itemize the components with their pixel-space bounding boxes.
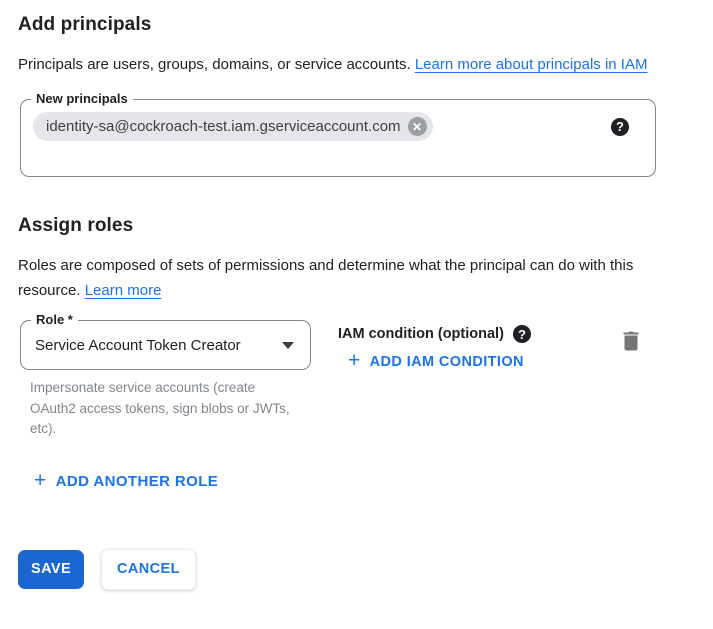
learn-more-roles-link[interactable]: Learn more <box>85 282 162 299</box>
role-row: Role * Service Account Token Creator Imp… <box>18 320 657 440</box>
role-helper-text: Impersonate service accounts (create OAu… <box>30 378 302 440</box>
new-principals-field-row: identity-sa@cockroach-test.iam.gservicea… <box>33 112 643 141</box>
new-principals-help-icon[interactable]: ? <box>611 118 629 136</box>
assign-roles-title: Assign roles <box>18 215 713 237</box>
iam-condition-label: IAM condition (optional) <box>338 326 504 342</box>
principal-chip[interactable]: identity-sa@cockroach-test.iam.gservicea… <box>33 112 433 141</box>
add-another-role-button[interactable]: + ADD ANOTHER ROLE <box>34 473 218 491</box>
plus-icon: + <box>34 472 47 490</box>
cancel-button[interactable]: CANCEL <box>101 549 196 590</box>
role-select[interactable]: Role * Service Account Token Creator <box>20 320 311 370</box>
principals-description-text: Principals are users, groups, domains, o… <box>18 56 415 73</box>
add-iam-condition-label: ADD IAM CONDITION <box>370 354 524 370</box>
page-title: Add principals <box>18 14 713 36</box>
roles-description: Roles are composed of sets of permission… <box>18 253 635 303</box>
add-another-role-label: ADD ANOTHER ROLE <box>56 473 219 490</box>
iam-condition-help-icon[interactable]: ? <box>513 325 531 343</box>
add-principals-panel: Add principals Principals are users, gro… <box>0 0 713 590</box>
chevron-down-icon <box>282 342 294 349</box>
iam-condition-label-row: IAM condition (optional) ? <box>338 325 531 343</box>
principals-description: Principals are users, groups, domains, o… <box>18 52 670 77</box>
new-principals-label: New principals <box>31 91 133 107</box>
role-column: Role * Service Account Token Creator Imp… <box>18 320 311 440</box>
save-button[interactable]: SAVE <box>18 550 84 589</box>
plus-icon: + <box>348 352 361 370</box>
role-select-label: Role * <box>31 312 78 328</box>
learn-more-principals-link[interactable]: Learn more about principals in IAM <box>415 56 648 73</box>
chip-remove-icon[interactable]: ✕ <box>408 117 427 136</box>
iam-condition-column: IAM condition (optional) ? + ADD IAM CON… <box>338 320 531 373</box>
principal-chip-label: identity-sa@cockroach-test.iam.gservicea… <box>46 118 401 135</box>
new-principals-field[interactable]: New principals identity-sa@cockroach-tes… <box>20 99 656 177</box>
delete-role-button[interactable] <box>623 320 639 354</box>
dialog-actions: SAVE CANCEL <box>18 549 713 590</box>
add-iam-condition-button[interactable]: + ADD IAM CONDITION <box>348 353 524 371</box>
role-select-value: Service Account Token Creator <box>35 337 241 354</box>
trash-icon <box>623 331 639 351</box>
